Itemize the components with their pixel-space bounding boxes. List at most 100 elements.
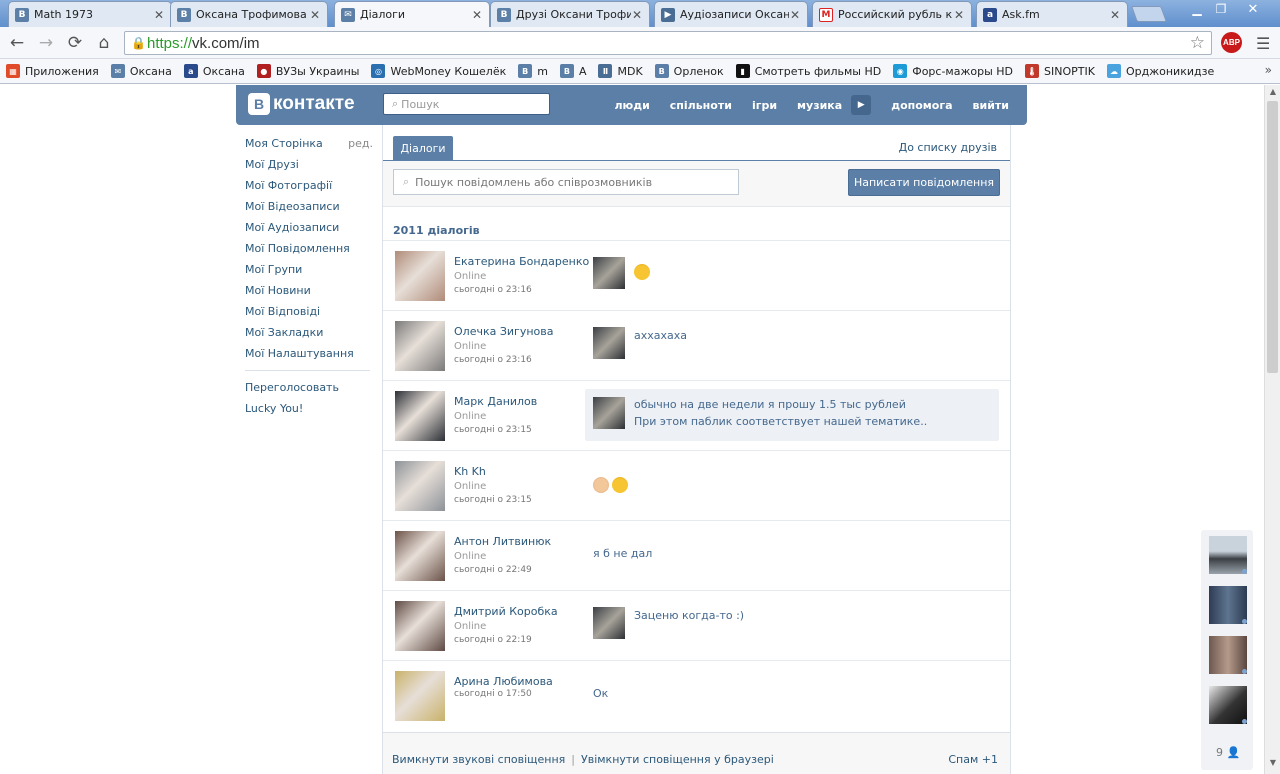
- message-search-input[interactable]: ⌕ Пошук повідомлень або співрозмовників: [393, 169, 739, 195]
- bookmark-item[interactable]: ● ВУЗы Украины: [256, 64, 359, 78]
- dialog-row[interactable]: Олечка Зигунова Online сьогодні о 23:16 ахх…: [383, 310, 1010, 380]
- bookmark-item[interactable]: Ⅱ MDK: [598, 64, 643, 78]
- close-window-button[interactable]: ✕: [1238, 0, 1268, 18]
- bookmark-item[interactable]: ✉ Оксана: [110, 64, 172, 78]
- bookmark-item[interactable]: BА: [559, 64, 586, 78]
- dialog-row[interactable]: Екатерина Бондаренко Online сьогодні о 23:…: [383, 240, 1010, 310]
- chevron-right-icon[interactable]: »: [1265, 63, 1272, 77]
- online-count[interactable]: 9 👤: [1216, 746, 1240, 759]
- disable-sound-link[interactable]: Вимкнути звукові сповіщення: [392, 753, 565, 766]
- page-scrollbar[interactable]: ▲ ▼: [1264, 85, 1280, 774]
- sidebar-extra-item[interactable]: Lucky You!: [245, 398, 373, 419]
- browser-tab[interactable]: ▶ Аудіозаписи Оксани ✕: [654, 1, 808, 27]
- bookmark-item[interactable]: ☁ Орджоникидзе: [1106, 64, 1214, 78]
- bookmark-item[interactable]: B Орленок: [654, 64, 724, 78]
- bookmark-item[interactable]: ▦ Приложения: [6, 64, 99, 78]
- header-search-input[interactable]: ⌕ Пошук: [383, 93, 550, 115]
- sidebar-item[interactable]: Мої Друзі: [245, 154, 373, 175]
- sidebar-item[interactable]: Мої Новини: [245, 280, 373, 301]
- message-preview[interactable]: [585, 459, 999, 511]
- message-preview[interactable]: Заценю когда-то :): [585, 599, 999, 651]
- close-icon[interactable]: ✕: [153, 8, 165, 22]
- dialog-row[interactable]: Дмитрий Коробка Online сьогодні о 22:19 Зац…: [383, 590, 1010, 660]
- dialog-name[interactable]: Екатерина Бондаренко: [454, 255, 589, 268]
- sidebar-item[interactable]: Мої Фотографії: [245, 175, 373, 196]
- sidebar-extra-item[interactable]: Переголосовать: [245, 377, 373, 398]
- dialog-name[interactable]: Марк Данилов: [454, 395, 537, 408]
- close-icon[interactable]: ✕: [789, 8, 801, 22]
- close-icon[interactable]: ✕: [953, 8, 965, 22]
- logo[interactable]: В контакте: [248, 93, 355, 115]
- online-friend-avatar[interactable]: [1209, 636, 1247, 674]
- dialog-row[interactable]: Марк Данилов Online сьогодні о 23:15 обычно…: [383, 380, 1010, 450]
- maximize-button[interactable]: ❐: [1208, 0, 1234, 18]
- online-friend-avatar[interactable]: [1209, 586, 1247, 624]
- star-icon[interactable]: ☆: [1190, 33, 1205, 53]
- sidebar-item[interactable]: Мої Відеозаписи: [245, 196, 373, 217]
- nav-item-4[interactable]: допомога: [891, 99, 952, 112]
- dialog-name[interactable]: Арина Любимова: [454, 675, 553, 688]
- bookmark-item[interactable]: 🌡 SINOPTIK: [1025, 64, 1095, 78]
- dialog-row[interactable]: Арина Любимова сьогодні о 17:50 Ок: [383, 660, 1010, 730]
- minimize-button[interactable]: ▁: [1184, 0, 1210, 18]
- bookmark-item[interactable]: ◎ WebMoney Кошелёк: [371, 64, 506, 78]
- scroll-down-icon[interactable]: ▼: [1265, 758, 1280, 772]
- avatar[interactable]: [395, 461, 445, 511]
- avatar[interactable]: [395, 531, 445, 581]
- nav-item-1[interactable]: спільноти: [670, 99, 732, 112]
- bookmark-item[interactable]: ▮ Смотреть фильмы HD: [735, 64, 881, 78]
- avatar[interactable]: [395, 321, 445, 371]
- scrollbar-thumb[interactable]: [1267, 101, 1278, 373]
- browser-tab[interactable]: M Российский рубль к г ✕: [812, 1, 972, 27]
- dialog-name[interactable]: Антон Литвинюк: [454, 535, 551, 548]
- close-icon[interactable]: ✕: [309, 8, 321, 22]
- nav-item-5[interactable]: вийти: [973, 99, 1009, 112]
- dialog-name[interactable]: Олечка Зигунова: [454, 325, 553, 338]
- online-friend-avatar[interactable]: [1209, 686, 1247, 724]
- back-icon[interactable]: ←: [6, 32, 28, 54]
- avatar[interactable]: [395, 601, 445, 651]
- adblock-icon[interactable]: ABP: [1221, 32, 1242, 53]
- friends-list-link[interactable]: До списку друзів: [899, 141, 997, 154]
- message-preview[interactable]: я б не дал: [585, 529, 999, 581]
- dialog-row[interactable]: Антон Литвинюк Online сьогодні о 22:49 я б …: [383, 520, 1010, 590]
- browser-tab[interactable]: ✉ Діалоги ✕: [334, 1, 490, 27]
- sidebar-item[interactable]: Мої Налаштування: [245, 343, 373, 364]
- avatar[interactable]: [395, 671, 445, 721]
- dialog-name[interactable]: Дмитрий Коробка: [454, 605, 558, 618]
- dialog-name[interactable]: Kh Kh: [454, 465, 486, 478]
- menu-icon[interactable]: ☰: [1256, 34, 1270, 53]
- tab-dialogs[interactable]: Діалоги: [393, 136, 453, 160]
- message-preview[interactable]: обычно на две недели я прошу 1.5 тыс руб…: [585, 389, 999, 441]
- bookmark-item[interactable]: a Оксана: [183, 64, 245, 78]
- close-icon[interactable]: ✕: [1109, 8, 1121, 22]
- dialog-row[interactable]: Kh Kh Online сьогодні о 23:15: [383, 450, 1010, 520]
- forward-icon[interactable]: →: [35, 32, 57, 54]
- browser-tab[interactable]: B Math 1973 ✕: [8, 1, 172, 27]
- sidebar-item[interactable]: Мої Відповіді: [245, 301, 373, 322]
- browser-tab[interactable]: a Ask.fm ✕: [976, 1, 1128, 27]
- online-friend-avatar[interactable]: [1209, 536, 1247, 574]
- edit-link[interactable]: ред.: [348, 137, 373, 150]
- address-bar[interactable]: 🔒 https://vk.com/im ☆: [124, 31, 1212, 55]
- avatar[interactable]: [395, 251, 445, 301]
- sidebar-item[interactable]: Мої Аудіозаписи: [245, 217, 373, 238]
- message-preview[interactable]: [585, 249, 999, 301]
- sidebar-item[interactable]: Мої Повідомлення: [245, 238, 373, 259]
- scroll-up-icon[interactable]: ▲: [1265, 87, 1280, 101]
- write-message-button[interactable]: Написати повідомлення: [848, 169, 1000, 196]
- new-tab-button[interactable]: [1131, 6, 1167, 22]
- avatar[interactable]: [395, 391, 445, 441]
- spam-link[interactable]: Спам +1: [948, 753, 998, 766]
- enable-browser-notifications-link[interactable]: Увімкнути сповіщення у браузері: [581, 753, 774, 766]
- close-icon[interactable]: ✕: [471, 8, 483, 22]
- bookmark-item[interactable]: ◉ Форс-мажоры HD: [893, 64, 1013, 78]
- close-icon[interactable]: ✕: [631, 8, 643, 22]
- sidebar-item[interactable]: Мої Закладки: [245, 322, 373, 343]
- play-icon[interactable]: ▶: [851, 95, 872, 115]
- browser-tab[interactable]: B Оксана Трофимова ✕: [170, 1, 328, 27]
- nav-item-0[interactable]: люди: [614, 99, 649, 112]
- browser-tab[interactable]: B Друзі Оксани Трофимової✕: [490, 1, 650, 27]
- home-icon[interactable]: ⌂: [93, 32, 115, 54]
- sidebar-item[interactable]: Мої Групи: [245, 259, 373, 280]
